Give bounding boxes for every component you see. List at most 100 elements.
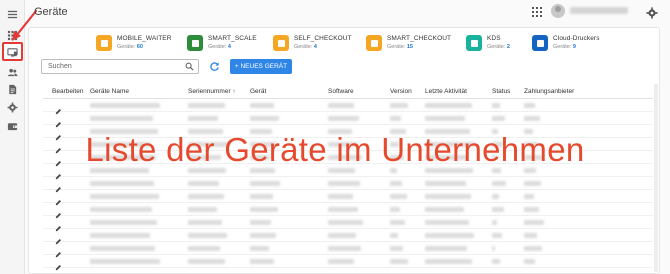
refresh-icon[interactable] [209, 61, 220, 72]
table-row[interactable] [43, 113, 653, 128]
kds-icon [466, 35, 482, 51]
redacted-cell [492, 220, 497, 225]
search-icon[interactable] [185, 62, 194, 71]
avatar[interactable] [551, 4, 565, 18]
column-header-software[interactable]: Software [328, 88, 354, 95]
redacted-cell [390, 103, 408, 108]
redacted-cell [390, 116, 401, 121]
redacted-cell [328, 116, 359, 121]
redacted-cell [524, 233, 537, 238]
table-row[interactable] [43, 191, 653, 206]
gear-icon[interactable] [646, 6, 658, 19]
table-row[interactable] [43, 256, 653, 271]
edit-icon[interactable] [55, 102, 62, 115]
device-type-self-checkout[interactable]: SELF_CHECKOUT Geräte: 4 [273, 33, 352, 53]
table-row[interactable] [43, 230, 653, 245]
redacted-cell [188, 181, 219, 186]
cloud-printer-icon [532, 35, 548, 51]
redacted-cell [524, 181, 541, 186]
redacted-cell [328, 207, 358, 212]
table-row[interactable] [43, 243, 653, 258]
self-checkout-icon [273, 35, 289, 51]
redacted-cell [390, 233, 398, 238]
redacted-cell [90, 220, 157, 225]
redacted-cell [492, 233, 502, 238]
settings-icon[interactable] [5, 100, 19, 114]
redacted-cell [90, 259, 160, 264]
edit-icon[interactable] [55, 245, 62, 258]
redacted-cell [188, 207, 217, 212]
search-field[interactable] [41, 59, 199, 74]
redacted-cell [390, 207, 400, 212]
device-type-count: Geräte: 9 [553, 44, 576, 50]
redacted-cell [328, 181, 360, 186]
device-type-count: Geräte: 4 [208, 44, 231, 50]
redacted-cell [425, 194, 471, 199]
device-type-name: KDS [487, 35, 501, 42]
column-header-payment-provider[interactable]: Zahlungsanbieter [524, 88, 574, 95]
edit-icon[interactable] [55, 258, 62, 271]
edit-icon[interactable] [55, 232, 62, 245]
edit-icon[interactable] [55, 193, 62, 206]
table-row[interactable] [43, 100, 653, 115]
edit-icon[interactable] [55, 206, 62, 219]
column-header-status[interactable]: Status [492, 88, 510, 95]
redacted-cell [425, 233, 474, 238]
users-icon[interactable] [5, 65, 19, 79]
table-header: Bearbeiten Geräte Name Seriennummer ↑ Ge… [43, 84, 653, 99]
redacted-cell [328, 220, 363, 225]
redacted-cell [425, 181, 466, 186]
redacted-cell [250, 233, 276, 238]
redacted-cell [390, 246, 403, 251]
redacted-cell [328, 246, 361, 251]
redacted-cell [328, 194, 353, 199]
redacted-cell [328, 233, 356, 238]
redacted-cell [188, 246, 220, 251]
device-type-mobile-waiter[interactable]: MOBILE_WAITER Geräte: 60 [96, 33, 172, 53]
device-type-kds[interactable]: KDS Geräte: 2 [466, 33, 510, 53]
column-header-edit[interactable]: Bearbeiten [52, 88, 83, 95]
table-row[interactable] [43, 204, 653, 219]
scrollbar[interactable] [654, 84, 658, 272]
add-device-button[interactable]: + NEUES GERÄT [230, 59, 292, 74]
edit-icon[interactable] [55, 219, 62, 232]
column-header-device-name[interactable]: Geräte Name [90, 88, 129, 95]
edit-icon[interactable] [55, 180, 62, 193]
table-row[interactable] [43, 178, 653, 193]
table-row[interactable] [43, 217, 653, 232]
redacted-cell [250, 116, 279, 121]
username-blurred[interactable] [570, 7, 628, 14]
device-type-name: MOBILE_WAITER [117, 35, 172, 42]
device-type-cloud-printers[interactable]: Cloud-Druckers Geräte: 9 [532, 33, 600, 53]
document-icon[interactable] [5, 82, 19, 96]
column-header-device[interactable]: Gerät [250, 88, 266, 95]
edit-icon[interactable] [55, 115, 62, 128]
redacted-cell [492, 194, 499, 199]
redacted-cell [90, 207, 152, 212]
device-type-name: SMART_CHECKOUT [387, 35, 452, 42]
redacted-cell [188, 259, 225, 264]
device-type-smart-checkout[interactable]: SMART_CHECKOUT Geräte: 15 [366, 33, 451, 53]
apps-grid-icon[interactable] [532, 7, 542, 17]
column-header-serial-number[interactable]: Seriennummer ↑ [188, 88, 236, 95]
redacted-cell [328, 259, 354, 264]
redacted-cell [250, 103, 274, 108]
redacted-cell [188, 103, 225, 108]
redacted-cell [188, 220, 222, 225]
redacted-cell [90, 194, 159, 199]
column-header-last-activity[interactable]: Letzte Aktivität [425, 88, 467, 95]
device-type-name: Cloud-Druckers [553, 35, 600, 42]
redacted-cell [188, 233, 227, 238]
column-header-version[interactable]: Version [390, 88, 412, 95]
search-input[interactable] [48, 63, 178, 70]
redacted-cell [390, 194, 407, 199]
redacted-cell [90, 116, 153, 121]
device-type-count: Geräte: 60 [117, 44, 143, 50]
redacted-cell [250, 259, 274, 264]
redacted-cell [492, 259, 500, 264]
redacted-cell [250, 207, 278, 212]
redacted-cell [425, 116, 465, 121]
device-type-name: SELF_CHECKOUT [294, 35, 352, 42]
device-type-smart-scale[interactable]: SMART_SCALE Geräte: 4 [187, 33, 257, 53]
redacted-cell [492, 246, 495, 251]
